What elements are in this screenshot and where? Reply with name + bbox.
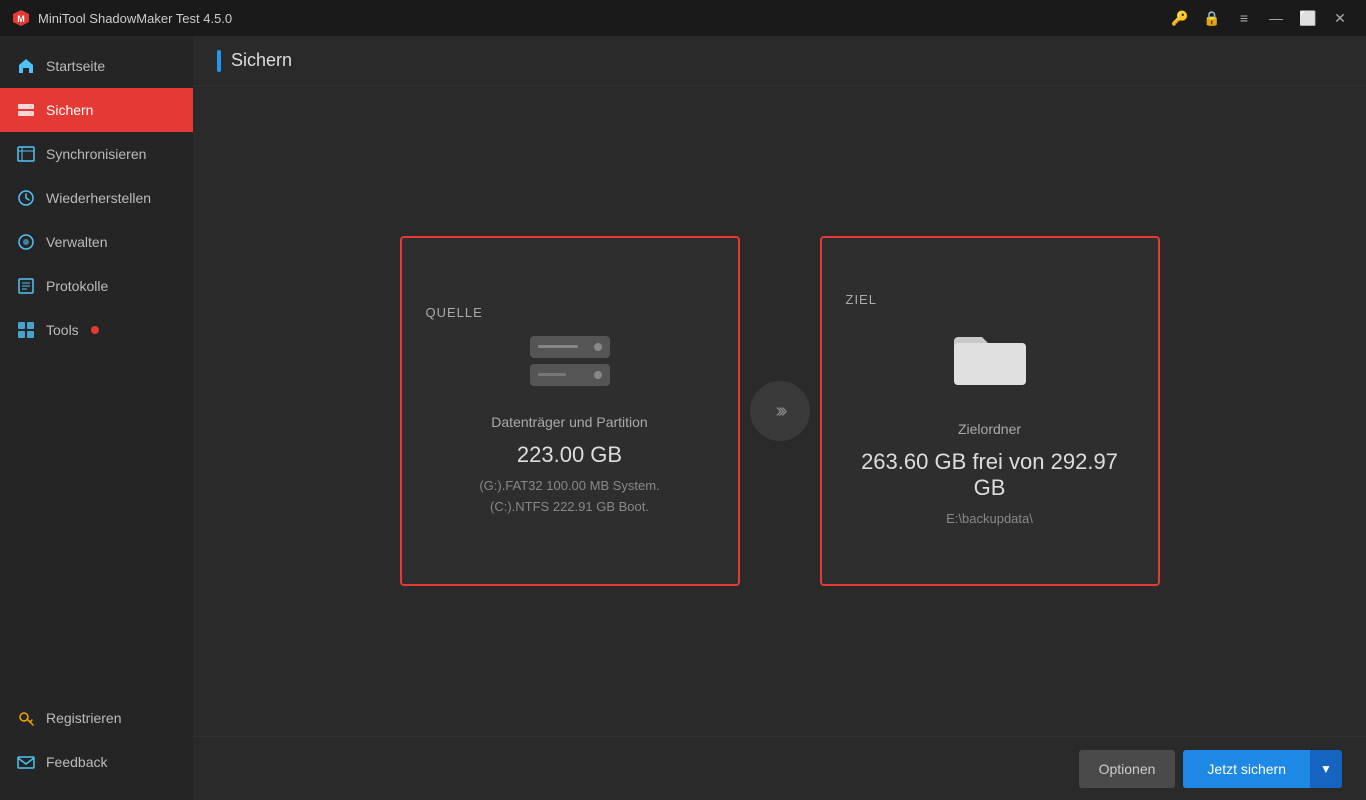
folder-icon xyxy=(950,323,1030,393)
sync-icon xyxy=(16,144,36,164)
tools-icon xyxy=(16,320,36,340)
sidebar-label-registrieren: Registrieren xyxy=(46,710,121,726)
app-body: Startseite Sichern Synchr xyxy=(0,36,1366,800)
log-icon xyxy=(16,276,36,296)
hdd-bar-top xyxy=(530,336,610,358)
hdd-icon xyxy=(530,336,610,386)
source-card-size: 223.00 GB xyxy=(517,442,622,468)
sidebar-item-sichern[interactable]: Sichern xyxy=(0,88,193,132)
source-card-label: QUELLE xyxy=(426,305,483,320)
backup-button-group: Jetzt sichern ▼ xyxy=(1183,750,1342,788)
hdd-bar-line2 xyxy=(538,373,566,376)
dest-card[interactable]: ZIEL Zielordner 263.60 GB frei von 292.9… xyxy=(820,236,1160,586)
title-accent xyxy=(217,50,221,72)
page-header: Sichern xyxy=(193,36,1366,86)
lock-icon[interactable]: 🔒 xyxy=(1198,7,1226,29)
page-title: Sichern xyxy=(231,50,292,71)
mail-icon xyxy=(16,752,36,772)
sidebar-bottom: Registrieren Feedback xyxy=(0,696,193,800)
source-card-desc: Datenträger und Partition xyxy=(491,414,647,430)
main-content: Sichern QUELLE Datenträger und Partition… xyxy=(193,36,1366,800)
dest-card-label: ZIEL xyxy=(846,292,877,307)
restore-icon xyxy=(16,188,36,208)
sidebar-label-wiederherstellen: Wiederherstellen xyxy=(46,190,151,206)
close-button[interactable]: ✕ xyxy=(1326,7,1354,29)
bottom-toolbar: Optionen Jetzt sichern ▼ xyxy=(193,736,1366,800)
sidebar-label-synchronisieren: Synchronisieren xyxy=(46,146,146,162)
source-card[interactable]: QUELLE Datenträger und Partition 223.00 … xyxy=(400,236,740,586)
sidebar-label-feedback: Feedback xyxy=(46,754,107,770)
sidebar-item-feedback[interactable]: Feedback xyxy=(0,740,193,784)
restore-button[interactable]: ⬜ xyxy=(1294,7,1322,29)
manage-icon xyxy=(16,232,36,252)
sidebar-item-wiederherstellen[interactable]: Wiederherstellen xyxy=(0,176,193,220)
sidebar-item-verwalten[interactable]: Verwalten xyxy=(0,220,193,264)
sidebar-item-startseite[interactable]: Startseite xyxy=(0,44,193,88)
cards-area: QUELLE Datenträger und Partition 223.00 … xyxy=(193,86,1366,736)
sidebar-label-tools: Tools xyxy=(46,322,79,338)
license-icon[interactable]: 🔑 xyxy=(1166,7,1194,29)
backup-now-button[interactable]: Jetzt sichern xyxy=(1183,750,1310,788)
options-button[interactable]: Optionen xyxy=(1079,750,1176,788)
arrow-icon: ››› xyxy=(750,381,810,441)
sidebar-item-protokolle[interactable]: Protokolle xyxy=(0,264,193,308)
window-controls: 🔑 🔒 ≡ — ⬜ ✕ xyxy=(1166,7,1354,29)
arrow-connector: ››› xyxy=(740,381,820,441)
svg-text:M: M xyxy=(17,14,25,24)
sidebar-item-synchronisieren[interactable]: Synchronisieren xyxy=(0,132,193,176)
backup-icon xyxy=(16,100,36,120)
sidebar-label-protokolle: Protokolle xyxy=(46,278,108,294)
home-icon xyxy=(16,56,36,76)
backup-dropdown-button[interactable]: ▼ xyxy=(1310,750,1342,788)
app-title: MiniTool ShadowMaker Test 4.5.0 xyxy=(38,11,1166,26)
sidebar-item-registrieren[interactable]: Registrieren xyxy=(0,696,193,740)
key-icon xyxy=(16,708,36,728)
minimize-button[interactable]: — xyxy=(1262,7,1290,29)
source-card-detail: (G:).FAT32 100.00 MB System. (C:).NTFS 2… xyxy=(479,476,659,518)
titlebar: M MiniTool ShadowMaker Test 4.5.0 🔑 🔒 ≡ … xyxy=(0,0,1366,36)
sidebar-label-verwalten: Verwalten xyxy=(46,234,107,250)
dest-card-free-space: 263.60 GB frei von 292.97 GB xyxy=(846,449,1134,501)
app-icon: M xyxy=(12,9,30,27)
sidebar-label-startseite: Startseite xyxy=(46,58,105,74)
hdd-bar-line1 xyxy=(538,345,578,348)
sidebar-item-tools[interactable]: Tools xyxy=(0,308,193,352)
menu-icon[interactable]: ≡ xyxy=(1230,7,1258,29)
dest-card-desc: Zielordner xyxy=(958,421,1021,437)
sidebar: Startseite Sichern Synchr xyxy=(0,36,193,800)
page-title-bar: Sichern xyxy=(217,50,292,72)
tools-badge xyxy=(91,326,99,334)
hdd-bar-bottom xyxy=(530,364,610,386)
dest-card-path: E:\backupdata\ xyxy=(946,509,1033,530)
sidebar-label-sichern: Sichern xyxy=(46,102,93,118)
